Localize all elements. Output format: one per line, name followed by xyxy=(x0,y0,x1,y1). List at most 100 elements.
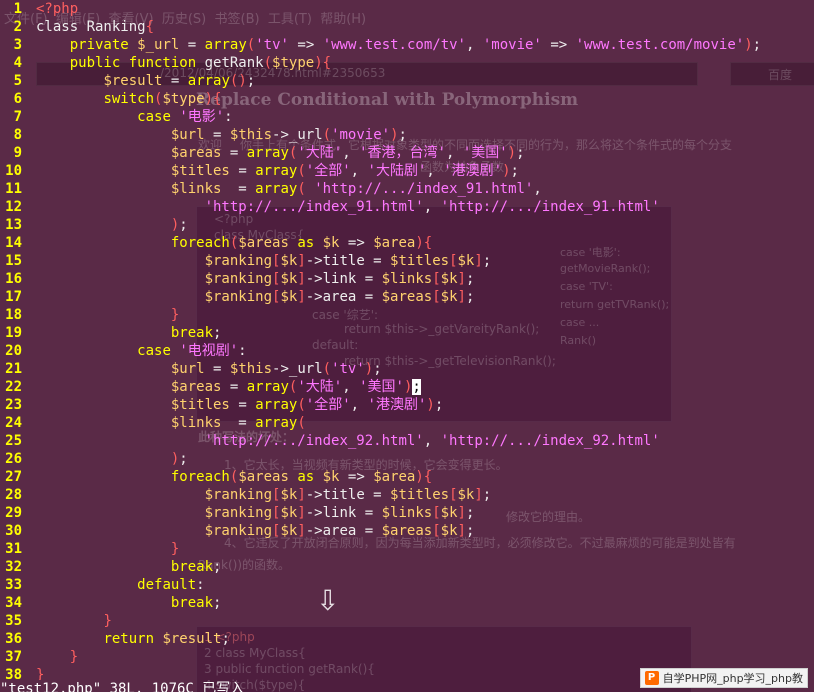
line-number: 28 xyxy=(5,487,22,503)
code-text: } xyxy=(103,613,112,629)
code-line[interactable]: 6 switch($type){ xyxy=(0,90,814,108)
line-number: 23 xyxy=(5,397,22,413)
code-text: $areas = array('大陆', '香港，台湾', '美国'); xyxy=(170,145,525,161)
code-text: return $result; xyxy=(103,631,230,647)
line-number: 30 xyxy=(5,523,22,539)
code-text: foreach($areas as $k => $area){ xyxy=(170,235,433,251)
code-line[interactable]: 27 foreach($areas as $k => $area){ xyxy=(0,468,814,486)
code-text: $areas = array('大陆', '美国'); xyxy=(170,379,421,395)
code-text: } xyxy=(69,649,79,665)
code-line[interactable]: 15 $ranking[$k]->title = $titles[$k]; xyxy=(0,252,814,270)
code-text: $ranking[$k]->area = $areas[$k]; xyxy=(204,523,475,539)
line-number: 11 xyxy=(5,181,22,197)
code-line[interactable]: 32 break; xyxy=(0,558,814,576)
code-line[interactable]: 36 return $result; xyxy=(0,630,814,648)
code-text: break; xyxy=(170,325,222,341)
code-text: $result = array(); xyxy=(103,73,256,89)
line-number: 2 xyxy=(13,19,22,35)
code-text: case '电视剧': xyxy=(137,343,247,359)
code-text: ); xyxy=(170,451,188,467)
line-number: 31 xyxy=(5,541,22,557)
code-line[interactable]: 20 case '电视剧': xyxy=(0,342,814,360)
code-line[interactable]: 13 ); xyxy=(0,216,814,234)
line-number: 18 xyxy=(5,307,22,323)
code-text: } xyxy=(36,667,45,680)
code-line[interactable]: 25 'http://.../index_92.html', 'http://.… xyxy=(0,432,814,450)
code-line[interactable]: 14 foreach($areas as $k => $area){ xyxy=(0,234,814,252)
code-line[interactable]: 37 } xyxy=(0,648,814,666)
line-number: 16 xyxy=(5,271,22,287)
code-line[interactable]: 34 break; xyxy=(0,594,814,612)
code-line[interactable]: 3 private $_url = array('tv' => 'www.tes… xyxy=(0,36,814,54)
code-line[interactable]: 8 $url = $this->_url('movie'); xyxy=(0,126,814,144)
code-line[interactable]: 1 <?php xyxy=(0,0,814,18)
code-text: } xyxy=(170,541,180,557)
code-line[interactable]: 21 $url = $this->_url('tv'); xyxy=(0,360,814,378)
line-number: 12 xyxy=(5,199,22,215)
watermark: P 自学PHP网_php学习_php教 xyxy=(639,668,808,688)
line-number: 32 xyxy=(5,559,22,575)
code-line[interactable]: 35 } xyxy=(0,612,814,630)
line-number: 9 xyxy=(13,145,22,161)
code-text: 'http://.../index_91.html', 'http://.../… xyxy=(204,199,660,215)
code-text: switch($type){ xyxy=(103,91,222,107)
code-line[interactable]: 7 case '电影': xyxy=(0,108,814,126)
code-line[interactable]: 11 $links = array( 'http://.../index_91.… xyxy=(0,180,814,198)
line-number: 38 xyxy=(5,667,22,680)
code-line[interactable]: 31 } xyxy=(0,540,814,558)
code-line[interactable]: 28 $ranking[$k]->title = $titles[$k]; xyxy=(0,486,814,504)
code-text: default: xyxy=(137,577,205,593)
code-text: $links = array( 'http://.../index_91.htm… xyxy=(170,181,542,197)
code-text: $ranking[$k]->area = $areas[$k]; xyxy=(204,289,475,305)
line-number: 10 xyxy=(5,163,22,179)
line-number: 27 xyxy=(5,469,22,485)
code-text: $titles = array('全部', '港澳剧'); xyxy=(170,397,444,413)
watermark-text: 自学PHP网_php学习_php教 xyxy=(662,672,803,685)
line-number: 14 xyxy=(5,235,22,251)
code-text: $ranking[$k]->title = $titles[$k]; xyxy=(204,253,492,269)
code-editor[interactable]: 1 <?php 2 class Ranking{3 private $_url = a… xyxy=(0,0,814,680)
code-text: $links = array( xyxy=(170,415,306,431)
code-line[interactable]: 26 ); xyxy=(0,450,814,468)
code-line[interactable]: 24 $links = array( xyxy=(0,414,814,432)
code-text: } xyxy=(170,307,180,323)
code-text: break; xyxy=(170,595,222,611)
code-line[interactable]: 10 $titles = array('全部', '大陆剧', '港澳剧'); xyxy=(0,162,814,180)
code-line[interactable]: 16 $ranking[$k]->link = $links[$k]; xyxy=(0,270,814,288)
code-line[interactable]: 33 default: xyxy=(0,576,814,594)
code-line[interactable]: 12 'http://.../index_91.html', 'http://.… xyxy=(0,198,814,216)
code-text: private $_url = array('tv' => 'www.test.… xyxy=(69,37,762,53)
line-number: 34 xyxy=(5,595,22,611)
code-text: case '电影': xyxy=(137,109,233,125)
code-text: break; xyxy=(170,559,222,575)
code-line[interactable]: 29 $ranking[$k]->link = $links[$k]; xyxy=(0,504,814,522)
code-text: $titles = array('全部', '大陆剧', '港澳剧'); xyxy=(170,163,519,179)
line-number: 22 xyxy=(5,379,22,395)
code-text: <?php xyxy=(36,1,79,17)
code-line[interactable]: 4 public function getRank($type){ xyxy=(0,54,814,72)
code-line[interactable]: 17 $ranking[$k]->area = $areas[$k]; xyxy=(0,288,814,306)
line-number: 25 xyxy=(5,433,22,449)
line-number: 6 xyxy=(13,91,22,107)
line-number: 8 xyxy=(13,127,22,143)
code-line[interactable]: 22 $areas = array('大陆', '美国'); xyxy=(0,378,814,396)
code-text: public function getRank($type){ xyxy=(69,55,332,71)
code-text: foreach($areas as $k => $area){ xyxy=(170,469,433,485)
line-number: 36 xyxy=(5,631,22,647)
line-number: 33 xyxy=(5,577,22,593)
line-number: 15 xyxy=(5,253,22,269)
code-line[interactable]: 5 $result = array(); xyxy=(0,72,814,90)
line-number: 7 xyxy=(13,109,22,125)
line-number: 19 xyxy=(5,325,22,341)
line-number: 1 xyxy=(13,1,22,17)
code-line[interactable]: 18 } xyxy=(0,306,814,324)
code-line[interactable]: 19 break; xyxy=(0,324,814,342)
line-number: 37 xyxy=(5,649,22,665)
code-line[interactable]: 2 class Ranking{ xyxy=(0,18,814,36)
line-number: 5 xyxy=(13,73,22,89)
code-line[interactable]: 9 $areas = array('大陆', '香港，台湾', '美国'); xyxy=(0,144,814,162)
code-text: ); xyxy=(170,217,188,233)
line-number: 21 xyxy=(5,361,22,377)
code-line[interactable]: 30 $ranking[$k]->area = $areas[$k]; xyxy=(0,522,814,540)
code-line[interactable]: 23 $titles = array('全部', '港澳剧'); xyxy=(0,396,814,414)
